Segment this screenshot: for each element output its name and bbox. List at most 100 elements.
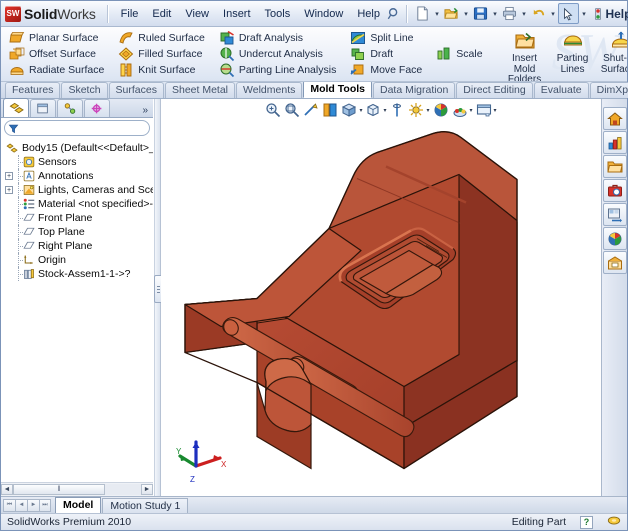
open-document-icon[interactable] — [442, 4, 461, 23]
feature-tree-horizontal-scrollbar[interactable]: ◄ ‖ ► — [1, 482, 153, 496]
tree-item-annotations[interactable]: + Annotations — [4, 169, 153, 183]
draft-button[interactable]: Draft — [348, 46, 424, 62]
sw-resources-button[interactable] — [602, 107, 627, 130]
tab-sheet-metal[interactable]: Sheet Metal — [164, 82, 236, 98]
display-style-button[interactable] — [364, 101, 382, 119]
tab-surfaces[interactable]: Surfaces — [108, 82, 164, 98]
tab-dimxpert[interactable]: DimXpert — [589, 82, 628, 98]
scroll-left-button[interactable]: ◄ — [1, 484, 13, 495]
filled-surface-button[interactable]: Filled Surface — [116, 46, 207, 62]
menu-tools[interactable]: Tools — [258, 5, 298, 23]
select-tool-caret-icon[interactable]: ▾ — [580, 10, 588, 18]
view-orientation-caret-icon[interactable]: ▾ — [359, 107, 363, 114]
new-document-icon[interactable] — [413, 4, 432, 23]
save-caret-icon[interactable]: ▾ — [491, 10, 499, 18]
menu-insert[interactable]: Insert — [216, 5, 258, 23]
parting-lines-button[interactable]: Parting Lines — [549, 27, 597, 81]
offset-surface-button[interactable]: Offset Surface — [7, 46, 106, 62]
previous-view-button[interactable] — [302, 101, 320, 119]
design-library-button[interactable] — [602, 131, 627, 154]
nav-next-button[interactable]: ► — [27, 498, 39, 512]
zoom-to-fit-button[interactable] — [264, 101, 282, 119]
tree-item-front-plane[interactable]: Front Plane — [4, 211, 153, 225]
hide-show-items-button[interactable] — [388, 101, 406, 119]
tree-item-sensors[interactable]: Sensors — [4, 155, 153, 169]
draft-analysis-button[interactable]: Draft Analysis — [217, 30, 338, 46]
scroll-right-button[interactable]: ► — [141, 484, 153, 495]
apply-scene-button[interactable] — [432, 101, 450, 119]
menu-edit[interactable]: Edit — [145, 5, 178, 23]
display-pane-caret-icon[interactable]: ▾ — [494, 107, 498, 114]
open-document-caret-icon[interactable]: ▾ — [462, 10, 470, 18]
split-line-button[interactable]: Split Line — [348, 30, 424, 46]
parting-line-analysis-button[interactable]: Parting Line Analysis — [217, 62, 338, 78]
view-palette-button[interactable] — [602, 203, 627, 226]
scroll-track[interactable]: ‖ — [13, 484, 141, 495]
new-document-caret-icon[interactable]: ▾ — [433, 10, 441, 18]
edit-appearance-caret-icon[interactable]: ▾ — [426, 107, 430, 114]
tree-item-origin[interactable]: Origin — [4, 253, 153, 267]
custom-properties-button[interactable] — [602, 251, 627, 274]
insert-mold-folders-button[interactable]: Insert Mold Folders — [501, 27, 549, 81]
tab-model[interactable]: Model — [55, 497, 102, 513]
display-style-caret-icon[interactable]: ▾ — [383, 107, 387, 114]
tab-direct-editing[interactable]: Direct Editing — [456, 82, 533, 98]
feature-tree-filter-input[interactable] — [19, 121, 138, 135]
tab-sketch[interactable]: Sketch — [61, 82, 108, 98]
status-help-badge[interactable]: ? — [580, 515, 593, 529]
move-face-button[interactable]: Move Face — [348, 62, 424, 78]
edit-appearance-button[interactable] — [407, 101, 425, 119]
nav-last-button[interactable]: ⏭ — [39, 498, 51, 512]
tab-weldments[interactable]: Weldments — [236, 82, 303, 98]
view-settings-caret-icon[interactable]: ▾ — [470, 107, 474, 114]
planar-surface-button[interactable]: Planar Surface — [7, 30, 106, 46]
tree-expander[interactable]: + — [4, 186, 14, 194]
property-manager-tab[interactable] — [30, 99, 56, 117]
dimxpert-manager-tab[interactable] — [84, 99, 110, 117]
tree-item-lights-cameras-scene[interactable]: + Lights, Cameras and Scene — [4, 183, 153, 197]
view-orientation-button[interactable] — [340, 101, 358, 119]
tab-features[interactable]: Features — [5, 82, 61, 98]
section-view-button[interactable] — [321, 101, 339, 119]
tab-data-migration[interactable]: Data Migration — [373, 82, 456, 98]
feature-tree-filter[interactable] — [4, 120, 150, 136]
expand-plus-icon[interactable]: + — [5, 172, 13, 180]
shutoff-surfaces-button[interactable]: Shut-off Surfaces — [597, 27, 627, 81]
search-button[interactable] — [602, 179, 627, 202]
tree-item-top-plane[interactable]: Top Plane — [4, 225, 153, 239]
tab-evaluate[interactable]: Evaluate — [533, 82, 589, 98]
feature-manager-tab[interactable] — [3, 98, 29, 117]
radiate-surface-button[interactable]: Radiate Surface — [7, 62, 106, 78]
nav-first-button[interactable]: ⏮ — [3, 498, 15, 512]
print-icon[interactable] — [500, 4, 519, 23]
menu-file[interactable]: File — [114, 5, 146, 23]
nav-prev-button[interactable]: ◄ — [15, 498, 27, 512]
tree-item-body15[interactable]: Body15 (Default<<Default>_D — [4, 141, 153, 155]
display-pane-button[interactable] — [475, 101, 493, 119]
view-settings-button[interactable] — [451, 101, 469, 119]
expand-plus-icon[interactable]: + — [5, 186, 13, 194]
knit-surface-button[interactable]: Knit Surface — [116, 62, 207, 78]
print-caret-icon[interactable]: ▾ — [520, 10, 528, 18]
zoom-to-area-button[interactable] — [283, 101, 301, 119]
configuration-manager-tab[interactable] — [57, 99, 83, 117]
file-explorer-button[interactable] — [602, 155, 627, 178]
graphics-area[interactable]: X Y Z — [161, 121, 601, 496]
scale-button[interactable]: Scale — [434, 46, 484, 62]
ruled-surface-button[interactable]: Ruled Surface — [116, 30, 207, 46]
undercut-analysis-button[interactable]: Undercut Analysis — [217, 46, 338, 62]
tree-item-stock-assem[interactable]: Stock-Assem1-1->? — [4, 267, 153, 281]
undo-icon[interactable] — [529, 4, 548, 23]
tab-mold-tools[interactable]: Mold Tools — [303, 80, 372, 98]
appearances-scenes-button[interactable] — [602, 227, 627, 250]
tree-item-material[interactable]: Material <not specified>-> — [4, 197, 153, 211]
tab-motion-study-1[interactable]: Motion Study 1 — [102, 497, 189, 513]
menu-window[interactable]: Window — [297, 5, 350, 23]
scroll-thumb[interactable]: ‖ — [13, 484, 106, 495]
tree-expander[interactable]: + — [4, 172, 14, 180]
status-save-indicator[interactable] — [607, 514, 621, 530]
save-icon[interactable] — [471, 4, 490, 23]
menu-view[interactable]: View — [178, 5, 216, 23]
tree-item-right-plane[interactable]: Right Plane — [4, 239, 153, 253]
panel-splitter[interactable] — [154, 99, 163, 496]
